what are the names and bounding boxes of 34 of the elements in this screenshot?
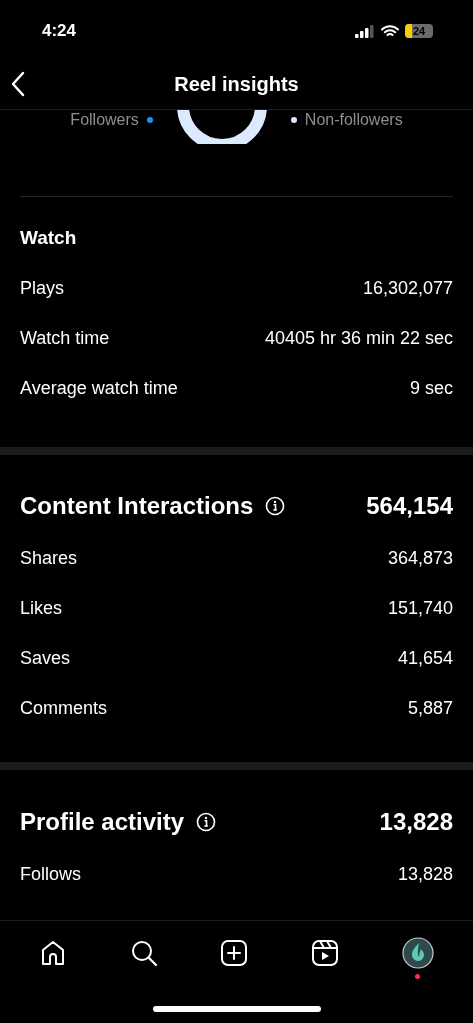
metric-label: Comments <box>20 696 108 720</box>
section-total: 13,828 <box>379 807 453 837</box>
metric-value: 41,654 <box>397 646 453 670</box>
metric-label: Likes <box>20 596 63 620</box>
metric-value: 9 sec <box>409 376 453 400</box>
metric-label: Plays <box>20 276 64 300</box>
legend-label: Non-followers <box>304 110 403 130</box>
section-title: Profile activity <box>20 807 185 837</box>
metric-label: Saves <box>20 646 71 670</box>
section-total: 564,154 <box>366 491 453 521</box>
wifi-icon <box>381 24 399 38</box>
info-icon[interactable] <box>265 496 286 516</box>
status-time: 4:24 <box>42 20 77 43</box>
page-title: Reel insights <box>174 71 299 97</box>
metric-value: 13,828 <box>397 862 453 886</box>
profile-avatar[interactable] <box>401 936 434 969</box>
info-icon[interactable] <box>196 812 217 832</box>
metric-value: 16,302,077 <box>362 276 453 300</box>
signal-icon <box>355 24 375 38</box>
metric-label: Shares <box>20 546 78 570</box>
metric-value: 40405 hr 36 min 22 sec <box>264 326 453 350</box>
search-icon[interactable] <box>129 938 158 967</box>
section-title: Watch <box>20 225 77 250</box>
metric-label: Follows <box>20 862 81 886</box>
metric-value: 151,740 <box>387 596 453 620</box>
reels-icon[interactable] <box>311 938 340 967</box>
metric-label: Average watch time <box>20 376 178 400</box>
section-title: Content Interactions <box>20 491 254 521</box>
metric-value: 364,873 <box>387 546 453 570</box>
metric-value: 5,887 <box>407 696 453 720</box>
legend-label: Followers <box>70 110 139 130</box>
battery-indicator: 24 <box>405 24 433 38</box>
add-icon[interactable] <box>220 938 249 967</box>
metric-label: Watch time <box>20 326 110 350</box>
